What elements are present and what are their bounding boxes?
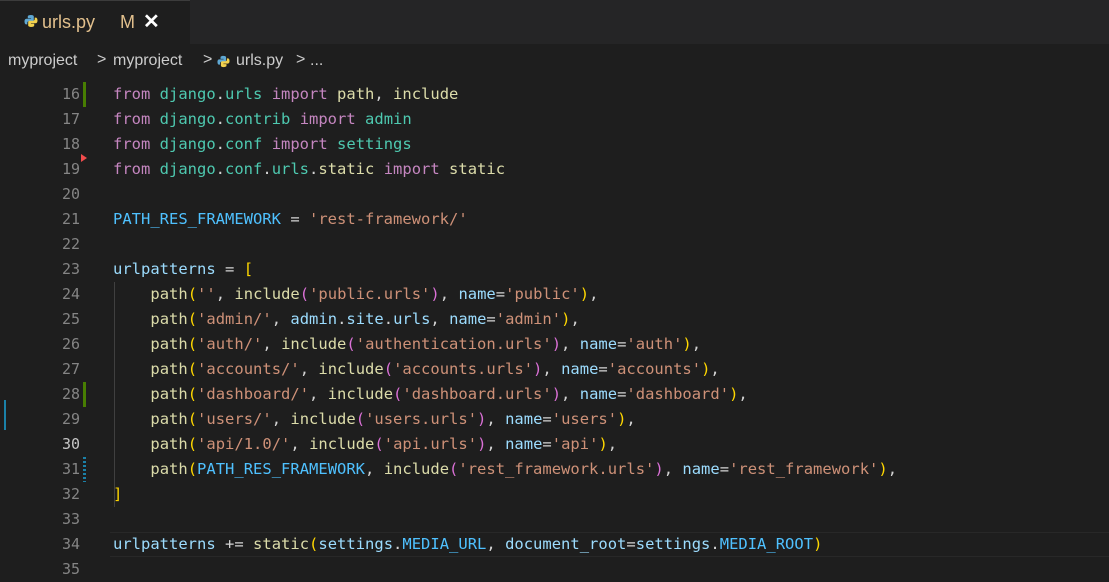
- line-number: 23: [61, 260, 80, 278]
- breadcrumb-item-file[interactable]: urls.py: [236, 52, 283, 70]
- line-number: 16: [61, 85, 80, 103]
- code-line: 27 path('accounts/', include('accounts.u…: [0, 357, 1109, 382]
- line-number: 24: [61, 285, 80, 303]
- close-icon[interactable]: ✕: [143, 9, 160, 34]
- breadcrumb-item-subfolder[interactable]: myproject: [113, 52, 182, 70]
- breadcrumb: myproject > myproject > urls.py > ...: [0, 44, 1109, 76]
- code-line: 33: [0, 507, 1109, 532]
- tab-bar: urls.py M ✕: [0, 0, 1109, 44]
- code-text: path('auth/', include('authentication.ur…: [150, 335, 702, 353]
- code-line: 22: [0, 232, 1109, 257]
- line-number: 21: [61, 210, 80, 228]
- breadcrumb-item-symbols[interactable]: ...: [310, 52, 323, 70]
- line-number: 28: [61, 385, 80, 403]
- code-text: ]: [113, 485, 123, 503]
- code-line: 21 PATH_RES_FRAMEWORK = 'rest-framework/…: [0, 207, 1109, 232]
- modified-indicator: M: [120, 12, 135, 32]
- code-editor[interactable]: 16 from django.urls import path, include…: [0, 82, 1109, 581]
- line-number: 33: [61, 510, 80, 528]
- code-line: 29 path('users/', include('users.urls'),…: [0, 407, 1109, 432]
- line-number: 30: [61, 435, 80, 453]
- line-number: 34: [61, 535, 80, 553]
- line-number: 20: [61, 185, 80, 203]
- breadcrumb-separator: >: [296, 51, 306, 68]
- breadcrumb-separator: >: [203, 51, 213, 68]
- code-text: path('admin/', admin.site.urls, name='ad…: [150, 310, 580, 328]
- code-line: 25 path('admin/', admin.site.urls, name=…: [0, 307, 1109, 332]
- code-line: 35: [0, 557, 1109, 582]
- code-text: PATH_RES_FRAMEWORK = 'rest-framework/': [113, 210, 468, 228]
- code-text: from django.conf.urls.static import stat…: [113, 160, 506, 178]
- code-text: path('api/1.0/', include('api.urls'), na…: [150, 435, 618, 453]
- line-number: 26: [61, 335, 80, 353]
- code-line: 28 path('dashboard/', include('dashboard…: [0, 382, 1109, 407]
- line-number: 19: [61, 160, 80, 178]
- line-number: 29: [61, 410, 80, 428]
- code-line: 17 from django.contrib import admin: [0, 107, 1109, 132]
- code-text: from django.contrib import admin: [113, 110, 412, 128]
- code-text: path('', include('public.urls'), name='p…: [150, 285, 599, 303]
- code-line: 19 from django.conf.urls.static import s…: [0, 157, 1109, 182]
- line-number: 27: [61, 360, 80, 378]
- code-line: 24 path('', include('public.urls'), name…: [0, 282, 1109, 307]
- code-text: urlpatterns = [: [113, 260, 254, 278]
- tab-filename: urls.py: [42, 12, 96, 32]
- code-text: path('dashboard/', include('dashboard.ur…: [150, 385, 748, 403]
- code-line: 30 path('api/1.0/', include('api.urls'),…: [0, 432, 1109, 457]
- code-line: 20: [0, 182, 1109, 207]
- code-line: 31 path(PATH_RES_FRAMEWORK, include('res…: [0, 457, 1109, 482]
- code-text: path(PATH_RES_FRAMEWORK, include('rest_f…: [150, 460, 898, 478]
- code-text: path('users/', include('users.urls'), na…: [150, 410, 636, 428]
- code-line: 34 urlpatterns += static(settings.MEDIA_…: [0, 532, 1109, 557]
- line-number: 18: [61, 135, 80, 153]
- code-line: 16 from django.urls import path, include: [0, 82, 1109, 107]
- line-number: 17: [61, 110, 80, 128]
- code-line: 26 path('auth/', include('authentication…: [0, 332, 1109, 357]
- code-text: urlpatterns += static(settings.MEDIA_URL…: [113, 535, 823, 553]
- code-line: 23 urlpatterns = [: [0, 257, 1109, 282]
- code-text: path('accounts/', include('accounts.urls…: [150, 360, 720, 378]
- breadcrumb-item-folder[interactable]: myproject: [8, 52, 77, 70]
- code-text: from django.conf import settings: [113, 135, 412, 153]
- line-number: 32: [61, 485, 80, 503]
- line-number: 25: [61, 310, 80, 328]
- breadcrumb-separator: >: [97, 51, 107, 68]
- code-line: 18 from django.conf import settings: [0, 132, 1109, 157]
- python-icon: [217, 55, 230, 68]
- line-number: 22: [61, 235, 80, 253]
- code-text: from django.urls import path, include: [113, 85, 459, 103]
- line-number: 31: [61, 460, 80, 478]
- python-icon: [24, 14, 38, 28]
- tab-urls-py[interactable]: urls.py M ✕: [0, 0, 190, 44]
- line-number: 35: [61, 560, 80, 578]
- code-line: 32 ]: [0, 482, 1109, 507]
